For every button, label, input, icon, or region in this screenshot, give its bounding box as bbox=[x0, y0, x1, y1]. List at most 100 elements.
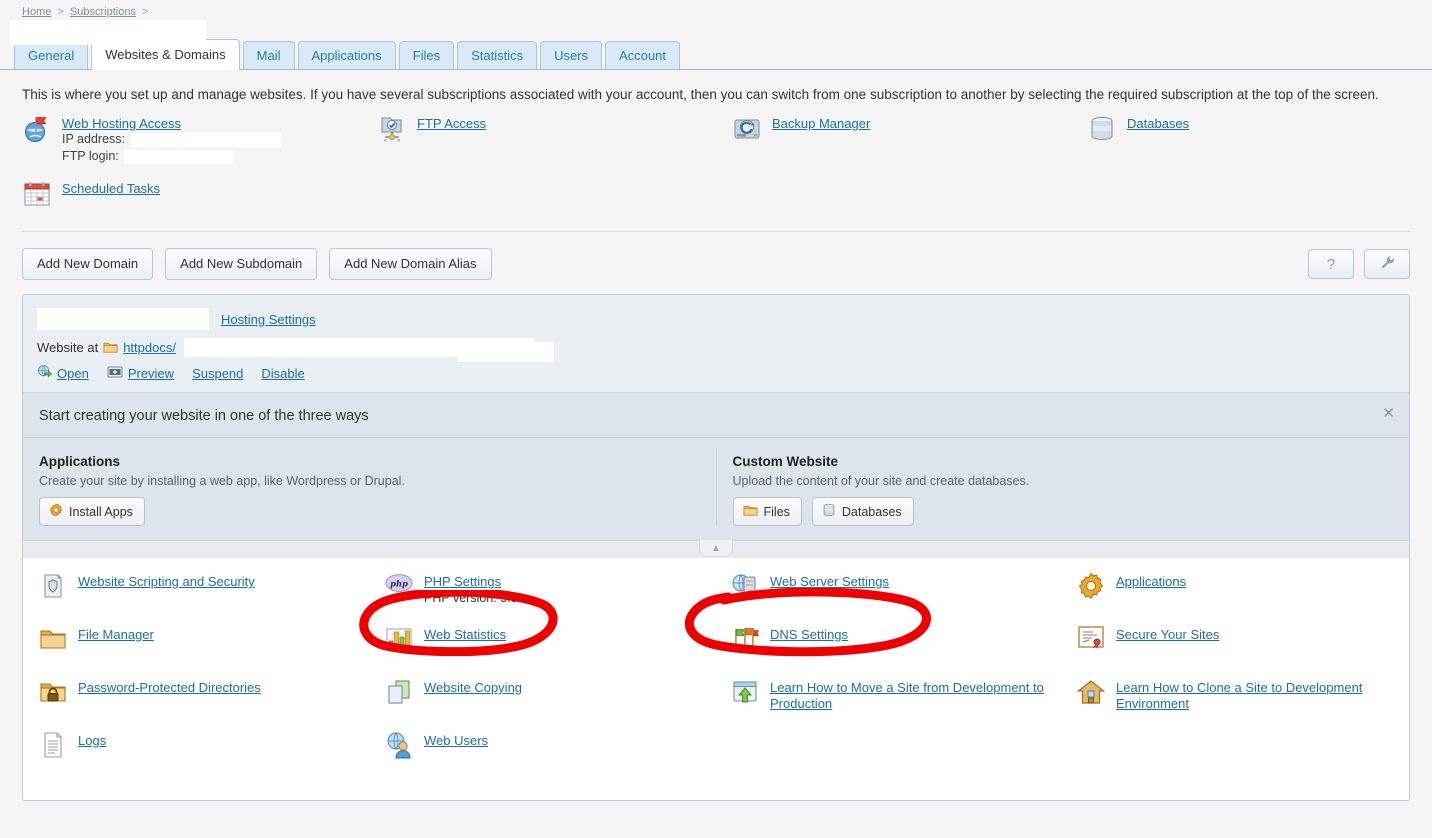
website-scripting-link[interactable]: Website Scripting and Security bbox=[78, 574, 255, 589]
secure-your-sites-link[interactable]: Secure Your Sites bbox=[1116, 627, 1219, 642]
tools-column-3: Web Server Settings DNS Settings Learn H… bbox=[731, 572, 1077, 784]
close-icon[interactable]: ✕ bbox=[1382, 406, 1395, 421]
files-button[interactable]: Files bbox=[732, 497, 802, 526]
clone-site-link[interactable]: Learn How to Clone a Site to Development… bbox=[1116, 680, 1362, 711]
web-users-link[interactable]: Web Users bbox=[424, 733, 488, 748]
chevron-up-icon[interactable]: ▲ bbox=[699, 540, 733, 557]
password-protected-directories-link[interactable]: Password-Protected Directories bbox=[78, 680, 261, 695]
tab-account[interactable]: Account bbox=[605, 41, 681, 69]
calendar-icon bbox=[22, 179, 52, 209]
tab-statistics[interactable]: Statistics bbox=[457, 41, 538, 69]
web-server-settings-link[interactable]: Web Server Settings bbox=[770, 574, 889, 589]
database-icon bbox=[1087, 114, 1117, 144]
promo-custom-website-block: Custom Website Upload the content of you… bbox=[715, 448, 1410, 526]
applications-link[interactable]: Applications bbox=[1116, 574, 1186, 589]
link-applications[interactable]: Applications bbox=[1077, 572, 1377, 625]
main-tabs: General Websites & Domains Mail Applicat… bbox=[0, 38, 1432, 70]
domain-action-open[interactable]: Open bbox=[37, 364, 89, 382]
scheduled-tasks-link[interactable]: Scheduled Tasks bbox=[62, 181, 160, 196]
tab-applications[interactable]: Applications bbox=[297, 41, 396, 69]
domain-action-preview[interactable]: Preview bbox=[107, 365, 174, 382]
upload-window-icon bbox=[731, 678, 759, 706]
website-tools-grid: Website Scripting and Security File Mana… bbox=[23, 558, 1409, 800]
tab-general[interactable]: General bbox=[14, 41, 89, 69]
dns-settings-link[interactable]: DNS Settings bbox=[770, 627, 848, 642]
add-new-domain-alias-button[interactable]: Add New Domain Alias bbox=[329, 248, 492, 280]
php-icon: php bbox=[385, 572, 413, 600]
domain-path-redacted-2 bbox=[458, 342, 554, 362]
promo-custom-heading: Custom Website bbox=[732, 454, 839, 469]
domain-panel-header: Hosting Settings Website at httpdocs/ Op… bbox=[23, 295, 1409, 393]
link-logs[interactable]: Logs bbox=[39, 731, 385, 784]
web-statistics-link[interactable]: Web Statistics bbox=[424, 627, 506, 642]
web-users-icon bbox=[385, 731, 413, 759]
httpdocs-link[interactable]: httpdocs/ bbox=[123, 340, 176, 355]
link-file-manager[interactable]: File Manager bbox=[39, 625, 385, 678]
shortcut-links: Web Hosting Access IP address: FTP login… bbox=[22, 114, 1410, 209]
link-move-site-to-production[interactable]: Learn How to Move a Site from Developmen… bbox=[731, 678, 1077, 731]
website-at-label: Website at bbox=[37, 340, 99, 355]
breadcrumb-subscriptions[interactable]: Subscriptions bbox=[70, 6, 136, 18]
link-dns-settings[interactable]: DNS Settings bbox=[731, 625, 1077, 678]
add-new-domain-button[interactable]: Add New Domain bbox=[22, 248, 154, 280]
ftp-access-link[interactable]: FTP Access bbox=[417, 116, 486, 131]
promo-applications-desc: Create your site by installing a web app… bbox=[39, 474, 405, 488]
help-button[interactable]: ? bbox=[1308, 249, 1354, 279]
tab-mail[interactable]: Mail bbox=[242, 41, 295, 69]
link-website-copying[interactable]: Website Copying bbox=[385, 678, 731, 731]
shortcut-databases[interactable]: Databases bbox=[1087, 114, 1387, 165]
tools-column-2: php PHP Settings PHP version: 5.3 Web St… bbox=[385, 572, 731, 784]
php-version-text: PHP version: 5.3 bbox=[424, 591, 518, 605]
gear-orange-icon bbox=[49, 503, 63, 520]
php-settings-link[interactable]: PHP Settings bbox=[424, 574, 501, 589]
tools-column-1: Website Scripting and Security File Mana… bbox=[39, 572, 385, 784]
promo-applications-block: Applications Create your site by install… bbox=[23, 448, 716, 526]
shortcut-backup-manager[interactable]: Backup Manager bbox=[732, 114, 1087, 165]
hosting-settings-link[interactable]: Hosting Settings bbox=[221, 312, 316, 327]
preview-link[interactable]: Preview bbox=[128, 366, 174, 381]
domain-name-redacted bbox=[37, 308, 209, 330]
promo-custom-desc: Upload the content of your site and crea… bbox=[732, 474, 1030, 488]
breadcrumb-separator-2: > bbox=[142, 6, 149, 18]
breadcrumb-home[interactable]: Home bbox=[22, 6, 51, 18]
folder-icon bbox=[103, 341, 118, 354]
link-web-users[interactable]: Web Users bbox=[385, 731, 731, 784]
link-php-settings[interactable]: php PHP Settings PHP version: 5.3 bbox=[385, 572, 731, 625]
tab-users[interactable]: Users bbox=[540, 41, 603, 69]
link-web-server-settings[interactable]: Web Server Settings bbox=[731, 572, 1077, 625]
certificate-icon bbox=[1077, 625, 1105, 653]
link-clone-site-to-development[interactable]: Learn How to Clone a Site to Development… bbox=[1076, 678, 1377, 731]
preview-window-icon bbox=[107, 365, 123, 382]
tab-files[interactable]: Files bbox=[398, 41, 455, 69]
disable-link[interactable]: Disable bbox=[261, 366, 304, 381]
tools-column-4: Applications Secure Your Sites Learn How… bbox=[1076, 572, 1377, 784]
link-password-protected-directories[interactable]: Password-Protected Directories bbox=[39, 678, 385, 731]
ftp-login-row: FTP login: bbox=[62, 148, 281, 165]
link-website-scripting-and-security[interactable]: Website Scripting and Security bbox=[39, 572, 385, 625]
promo-title: Start creating your website in one of th… bbox=[23, 393, 1409, 438]
install-apps-button[interactable]: Install Apps bbox=[39, 497, 145, 526]
shortcut-web-hosting-access[interactable]: Web Hosting Access IP address: FTP login… bbox=[22, 114, 377, 165]
shortcut-scheduled-tasks[interactable]: Scheduled Tasks bbox=[22, 179, 377, 209]
link-web-statistics[interactable]: Web Statistics bbox=[385, 625, 731, 678]
logs-link[interactable]: Logs bbox=[78, 733, 106, 748]
database-icon bbox=[822, 503, 836, 520]
domain-actions-toolbar: Add New Domain Add New Subdomain Add New… bbox=[22, 232, 1410, 294]
link-secure-your-sites[interactable]: Secure Your Sites bbox=[1077, 625, 1377, 678]
dns-flags-icon bbox=[731, 625, 759, 653]
domain-panel: Hosting Settings Website at httpdocs/ Op… bbox=[22, 294, 1410, 801]
add-new-subdomain-button[interactable]: Add New Subdomain bbox=[165, 248, 318, 280]
gear-orange-icon bbox=[1077, 572, 1105, 600]
backup-manager-link[interactable]: Backup Manager bbox=[772, 116, 870, 131]
databases-link[interactable]: Databases bbox=[1127, 116, 1189, 131]
suspend-link[interactable]: Suspend bbox=[192, 366, 243, 381]
databases-button[interactable]: Databases bbox=[811, 497, 914, 526]
file-manager-link[interactable]: File Manager bbox=[78, 627, 154, 642]
question-mark-icon: ? bbox=[1326, 255, 1336, 273]
open-link[interactable]: Open bbox=[57, 366, 89, 381]
website-copying-link[interactable]: Website Copying bbox=[424, 680, 522, 695]
shortcut-ftp-access[interactable]: FTP Access bbox=[377, 114, 732, 165]
tools-button[interactable] bbox=[1364, 249, 1410, 279]
move-site-to-production-link[interactable]: Learn How to Move a Site from Developmen… bbox=[770, 680, 1044, 711]
web-hosting-access-link[interactable]: Web Hosting Access bbox=[62, 116, 181, 131]
